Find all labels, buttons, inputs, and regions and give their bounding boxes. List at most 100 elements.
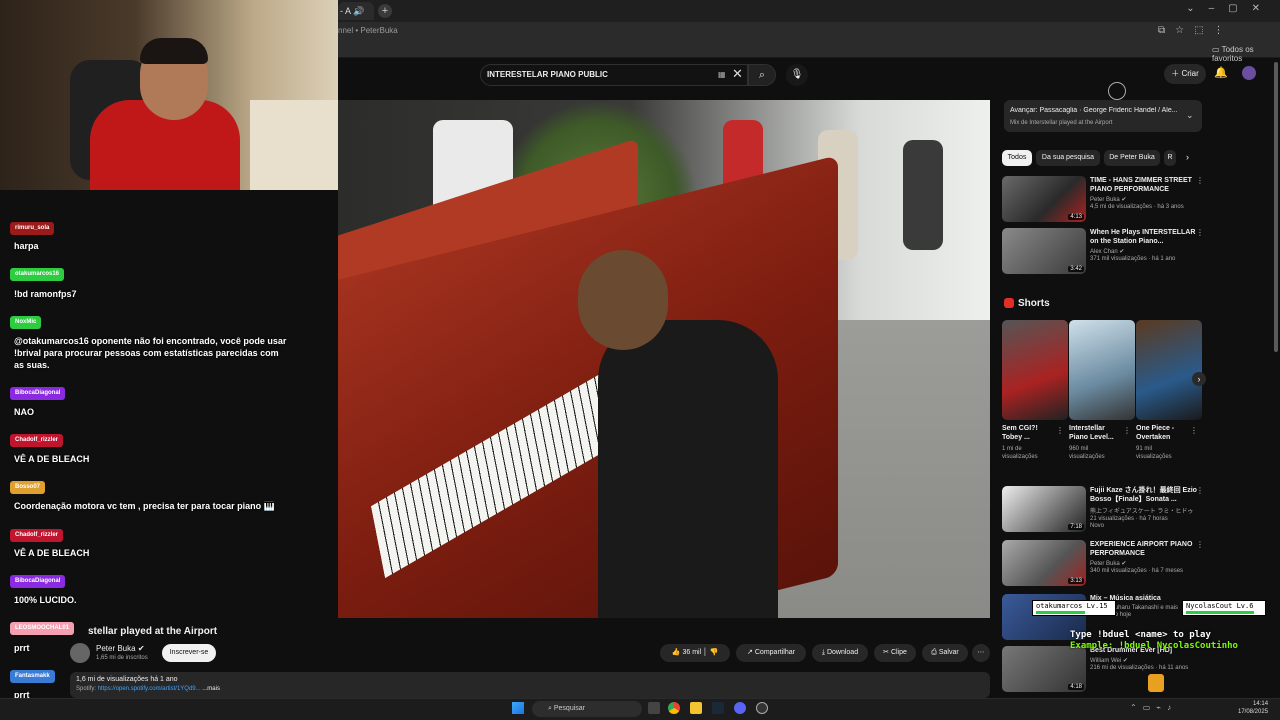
duel-instructions: Type !bduel <name> to play bbox=[1070, 630, 1211, 640]
save-button[interactable]: ⎙ Salvar bbox=[922, 644, 968, 662]
chat-username: rimuru_sola bbox=[10, 222, 55, 235]
taskbar-search[interactable]: ⌕ Pesquisar bbox=[532, 701, 642, 717]
description-box[interactable] bbox=[70, 672, 990, 698]
short-thumbnail[interactable] bbox=[1069, 320, 1135, 420]
short-title[interactable]: One Piece - Overtaken bbox=[1136, 424, 1188, 442]
pianist bbox=[598, 320, 778, 618]
show-more-link[interactable]: ...mais bbox=[202, 686, 220, 692]
share-button[interactable]: ↗ Compartilhar bbox=[736, 644, 806, 662]
playlist-panel[interactable] bbox=[1004, 100, 1202, 132]
chrome-icon[interactable] bbox=[668, 702, 680, 714]
create-button[interactable]: ＋ Criar bbox=[1164, 64, 1206, 84]
video-duration: 4:18 bbox=[1068, 684, 1084, 690]
related-title[interactable]: TIME - HANS ZIMMER STREET PIANO PERFORMA… bbox=[1090, 176, 1200, 194]
chip-all[interactable]: Todos bbox=[1002, 150, 1032, 166]
channel-avatar[interactable] bbox=[70, 643, 90, 663]
taskbar-clock[interactable]: 14:14 17/08/2025 bbox=[1238, 700, 1268, 716]
address-bar-icons[interactable]: ⧉☆⬚⋮ bbox=[1158, 25, 1234, 36]
chip-from-channel[interactable]: De Peter Buka bbox=[1104, 150, 1160, 166]
related-channel[interactable]: Peter Buka ✔ bbox=[1090, 560, 1200, 567]
related-thumbnail[interactable]: 3:42 bbox=[1002, 228, 1086, 274]
chevron-right-icon[interactable]: › bbox=[1186, 152, 1189, 162]
more-vert-icon[interactable]: ⋮ bbox=[1190, 426, 1198, 435]
mic-icon: 🎙 bbox=[790, 69, 804, 80]
short-title[interactable]: Interstellar Piano Level... bbox=[1069, 424, 1121, 442]
like-icon[interactable]: 👍 bbox=[672, 649, 681, 656]
more-vert-icon[interactable]: ⋮ bbox=[1196, 540, 1204, 549]
browser-tab[interactable]: - A 🔊 ✕ bbox=[338, 2, 374, 34]
related-video[interactable]: TIME - HANS ZIMMER STREET PIANO PERFORMA… bbox=[1090, 176, 1200, 210]
steam-icon[interactable] bbox=[712, 702, 724, 714]
all-bookmarks-link[interactable]: ▭ Todos os favoritos bbox=[1212, 45, 1280, 63]
chip-from-search[interactable]: Da sua pesquisa bbox=[1036, 150, 1100, 166]
channel-name[interactable]: Peter Buka ✔ bbox=[96, 644, 145, 653]
chat-message: VÊ A DE BLEACH bbox=[14, 548, 90, 558]
more-vert-icon[interactable]: ⋮ bbox=[1123, 426, 1131, 435]
more-vert-icon[interactable]: ⋮ bbox=[1056, 426, 1064, 435]
short-item[interactable]: One Piece - Overtaken 91 mil visualizaçõ… bbox=[1136, 424, 1188, 461]
related-channel[interactable]: William Wei ✔ bbox=[1090, 657, 1200, 664]
download-button[interactable]: ⤓ Download bbox=[812, 644, 868, 662]
related-channel[interactable]: Peter Buka ✔ bbox=[1090, 196, 1200, 203]
short-title[interactable]: Sem CGI?! Tobey ... bbox=[1002, 424, 1054, 442]
new-tab-button[interactable]: + bbox=[378, 4, 392, 18]
chat-message: VÊ A DE BLEACH bbox=[14, 454, 90, 464]
related-channel[interactable]: Alex Chan ✔ bbox=[1090, 248, 1200, 255]
avatar[interactable] bbox=[1242, 66, 1256, 80]
related-thumbnail[interactable]: 4:13 bbox=[1002, 176, 1086, 222]
dislike-icon[interactable]: 👎 bbox=[709, 649, 718, 656]
chat-username: BibocaDiagonal bbox=[10, 387, 66, 400]
short-thumbnail[interactable] bbox=[1136, 320, 1202, 420]
related-thumbnail[interactable]: 3:13 bbox=[1002, 540, 1086, 586]
related-thumbnail[interactable]: 7:18 bbox=[1002, 486, 1086, 532]
more-vert-icon[interactable]: ⋮ bbox=[1196, 228, 1204, 237]
related-title[interactable]: Fujii Kaze さん掛れ！最終回 Ezio Bosso【Finale】So… bbox=[1090, 486, 1200, 504]
file-explorer-icon[interactable] bbox=[690, 702, 702, 714]
shorts-icon bbox=[1004, 298, 1014, 308]
voice-search-button[interactable]: 🎙 bbox=[786, 64, 808, 86]
video-player[interactable] bbox=[338, 100, 990, 618]
more-vert-icon[interactable]: ⋮ bbox=[1196, 176, 1204, 185]
task-view-icon[interactable] bbox=[648, 702, 660, 714]
short-item[interactable]: Interstellar Piano Level... 960 mil visu… bbox=[1069, 424, 1121, 461]
chevron-down-icon[interactable]: ⌄ bbox=[1186, 110, 1194, 121]
keyboard-icon[interactable]: ▦ bbox=[718, 70, 726, 79]
spotify-link[interactable]: https://open.spotify.com/artist/1YQd9... bbox=[98, 686, 201, 692]
subscribe-button[interactable]: Inscrever-se bbox=[162, 644, 216, 662]
search-button[interactable]: ⌕ bbox=[748, 64, 776, 86]
more-vert-icon[interactable]: ⋮ bbox=[1196, 486, 1204, 495]
like-dislike-group[interactable]: 👍 36 mil │ 👎 bbox=[660, 644, 730, 662]
related-channel[interactable]: 熊上フィギュアスケート ラミ・ヒドゥ bbox=[1090, 506, 1200, 515]
windows-start-icon[interactable] bbox=[512, 702, 524, 714]
duel-player2-name: NycolasCout Lv.6 bbox=[1186, 602, 1254, 610]
speaker-icon[interactable]: 🔊 bbox=[353, 6, 364, 16]
window-controls[interactable]: ⌄–▢✕ bbox=[1186, 3, 1274, 14]
related-meta: 4,5 mi de visualizações · há 3 anos bbox=[1090, 204, 1184, 210]
share-icon: ↗ bbox=[747, 649, 753, 656]
system-tray-icons[interactable]: ⌃▭⌁♪ bbox=[1130, 703, 1177, 712]
related-video[interactable]: EXPERIENCE AIRPORT PIANO PERFORMANCE Pet… bbox=[1090, 540, 1200, 574]
clear-search-icon[interactable]: ✕ bbox=[732, 66, 743, 82]
notifications-bell-icon[interactable]: 🔔 bbox=[1214, 66, 1228, 79]
search-input[interactable]: INTERESTELAR PIANO PUBLIC bbox=[480, 64, 748, 86]
related-video[interactable]: When He Plays INTERSTELLAR on the Statio… bbox=[1090, 228, 1200, 262]
chip-more[interactable]: R bbox=[1164, 150, 1176, 166]
bookmark-icon: ⎙ bbox=[931, 649, 937, 656]
url-text[interactable]: nnel • PeterBuka bbox=[338, 26, 398, 35]
duel-player2-box: NycolasCout Lv.6 bbox=[1182, 600, 1266, 616]
related-title[interactable]: EXPERIENCE AIRPORT PIANO PERFORMANCE bbox=[1090, 540, 1200, 558]
webcam-overlay bbox=[0, 0, 338, 190]
short-thumbnail[interactable] bbox=[1002, 320, 1068, 420]
discord-icon[interactable] bbox=[734, 702, 746, 714]
short-item[interactable]: Sem CGI?! Tobey ... 1 mi de visualizaçõe… bbox=[1002, 424, 1054, 461]
app-icon[interactable] bbox=[756, 702, 768, 714]
more-actions-button[interactable]: ⋯ bbox=[972, 644, 990, 662]
related-thumbnail[interactable]: 4:18 bbox=[1002, 646, 1086, 692]
related-title[interactable]: When He Plays INTERSTELLAR on the Statio… bbox=[1090, 228, 1200, 246]
playlist-next-title[interactable]: Avançar: Passacaglia · George Frideric H… bbox=[1010, 107, 1190, 114]
related-video[interactable]: Fujii Kaze さん掛れ！最終回 Ezio Bosso【Finale】So… bbox=[1090, 486, 1200, 529]
shorts-next-button[interactable]: › bbox=[1192, 372, 1206, 386]
scrollbar[interactable] bbox=[1274, 62, 1278, 352]
clip-button[interactable]: ✂ Clipe bbox=[874, 644, 916, 662]
chat-username: Chadolf_rizzler bbox=[10, 529, 64, 542]
